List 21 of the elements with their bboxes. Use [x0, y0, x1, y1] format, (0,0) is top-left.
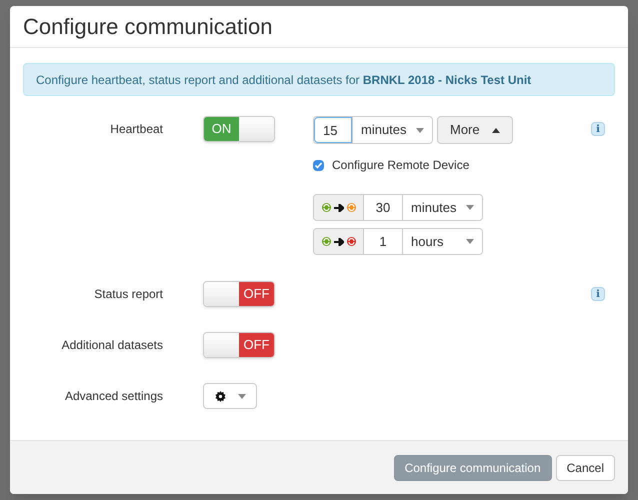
- info-alert: Configure heartbeat, status report and additional datasets for BRNKL 2018 - Nicks Test Unit: [23, 63, 615, 96]
- info-icon[interactable]: i: [591, 287, 605, 301]
- checkbox[interactable]: [313, 160, 324, 170]
- more-button[interactable]: More: [437, 116, 513, 144]
- toggle-switch[interactable]: OFF: [203, 332, 275, 358]
- form-label: Additional datasets: [60, 337, 164, 354]
- caret-icon: [416, 128, 424, 132]
- form-label: Advanced settings: [64, 388, 164, 405]
- caret-icon: [492, 128, 500, 132]
- settings-dropdown-button[interactable]: [203, 383, 257, 409]
- checkbox-label: Configure Remote Device: [332, 157, 470, 174]
- interval-input[interactable]: 15: [314, 117, 352, 143]
- info-icon[interactable]: i: [591, 122, 605, 136]
- caret-icon: [238, 394, 246, 398]
- toggle-switch[interactable]: OFF: [203, 281, 275, 307]
- unit-select[interactable]: minutes: [352, 117, 432, 143]
- form-label: Heartbeat: [109, 121, 164, 138]
- cancel-button[interactable]: Cancel: [556, 454, 615, 480]
- dialog-title: Configure communication: [23, 13, 272, 41]
- form-label: Status report: [93, 286, 164, 303]
- gear-icon: [214, 390, 226, 402]
